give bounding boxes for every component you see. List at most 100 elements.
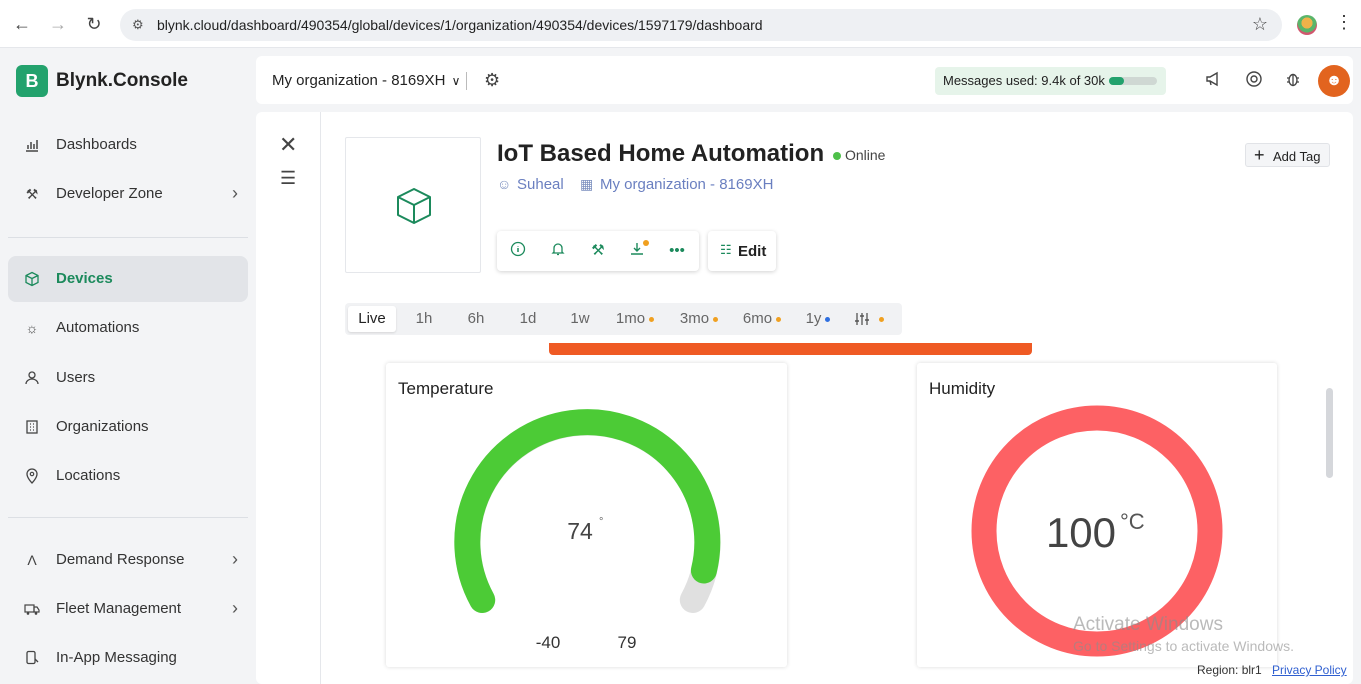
notification-dot	[643, 240, 649, 246]
gear-icon[interactable]: ⚙	[484, 70, 500, 91]
back-icon[interactable]: ←	[10, 12, 34, 36]
site-info-icon[interactable]: ⚙	[132, 17, 148, 33]
sidebar-item-label: In-App Messaging	[56, 649, 177, 666]
more-icon[interactable]: •••	[667, 241, 687, 261]
signal-icon: Λ	[27, 552, 37, 568]
top-header: My organization - 8169XH ∨ ⚙ Messages us…	[256, 56, 1353, 104]
scrollbar[interactable]	[1326, 388, 1333, 478]
edit-label: Edit	[738, 243, 767, 260]
gauge-unit: °	[599, 516, 603, 528]
cube-icon	[397, 188, 431, 224]
premium-dot	[776, 316, 782, 322]
sun-icon: ☼	[25, 320, 39, 336]
range-1mo[interactable]: 1mo	[611, 306, 659, 332]
privacy-policy-link[interactable]: Privacy Policy	[1272, 663, 1347, 677]
gauge-fill	[454, 409, 721, 613]
sidebar-item-label: Users	[56, 369, 96, 386]
range-1w[interactable]: 1w	[557, 306, 603, 332]
range-1y[interactable]: 1y	[801, 306, 835, 332]
device-panel: ✕ ☰ IoT Based Home Automation Online ☺ S…	[256, 112, 1353, 684]
add-tag-button[interactable]: + Add Tag	[1245, 143, 1330, 167]
region-label: Region: blr1	[1197, 663, 1262, 677]
chart-icon	[24, 137, 40, 153]
premium-dot	[713, 316, 719, 322]
megaphone-icon[interactable]	[1204, 70, 1224, 90]
org-selector[interactable]: My organization - 8169XH ∨	[272, 72, 460, 89]
time-range-selector: Live 1h 6h 1d 1w 1mo 3mo 6mo 1y	[345, 303, 902, 335]
building-icon: ▦	[580, 176, 594, 192]
divider	[8, 517, 248, 518]
reload-icon[interactable]: ↻	[82, 12, 106, 36]
info-icon[interactable]	[508, 241, 528, 261]
org-name: My organization - 8169XH	[272, 72, 446, 89]
add-tag-label: Add Tag	[1273, 149, 1321, 164]
building-icon	[24, 419, 40, 435]
help-lifebuoy-icon[interactable]	[1244, 70, 1264, 90]
sidebar-item-in-app-messaging[interactable]: In-App Messaging	[8, 635, 248, 681]
sidebar-item-users[interactable]: Users	[8, 355, 248, 401]
device-owner-link[interactable]: Suheal	[517, 176, 564, 193]
sidebar-item-fleet-management[interactable]: Fleet Management ›	[8, 586, 248, 632]
panel-toolbar: ✕ ☰	[256, 112, 321, 684]
sidebar-item-label: Automations	[56, 319, 140, 336]
plus-icon: +	[1254, 145, 1265, 165]
device-org-link[interactable]: My organization - 8169XH	[600, 176, 773, 193]
message-icon	[24, 650, 40, 666]
sidebar-item-dashboards[interactable]: Dashboards	[8, 122, 248, 168]
device-actions: ⚒ •••	[497, 231, 699, 271]
edit-dashboard-icon: ☷	[720, 242, 732, 257]
sliders-icon	[854, 310, 874, 327]
messages-label: Messages used: 9.4k of 30k	[943, 73, 1105, 88]
chevron-right-icon: ›	[232, 549, 238, 569]
custom-range-button[interactable]	[851, 306, 887, 332]
browser-toolbar: ← → ↻ ⚙ blynk.cloud/dashboard/490354/glo…	[0, 0, 1361, 48]
edit-button[interactable]: ☷ Edit	[708, 231, 776, 271]
gauge-max: 79	[618, 633, 637, 652]
dashboard-banner	[549, 343, 1032, 355]
range-6mo[interactable]: 6mo	[737, 306, 787, 332]
bug-icon[interactable]	[1283, 70, 1303, 90]
sidebar-item-organizations[interactable]: Organizations	[8, 404, 248, 450]
url-text[interactable]: blynk.cloud/dashboard/490354/global/devi…	[157, 17, 763, 33]
range-live[interactable]: Live	[348, 306, 396, 332]
windows-watermark-title: Activate Windows	[1073, 614, 1223, 635]
close-icon[interactable]: ✕	[279, 134, 297, 156]
extension-icon[interactable]	[1297, 15, 1317, 35]
logo-icon[interactable]: B	[16, 65, 48, 97]
sidebar-item-automations[interactable]: ☼ Automations	[8, 305, 248, 351]
sidebar-item-label: Demand Response	[56, 551, 185, 568]
truck-icon	[24, 601, 40, 617]
address-bar[interactable]: ⚙ blynk.cloud/dashboard/490354/global/de…	[120, 9, 1282, 41]
menu-icon[interactable]: ☰	[280, 168, 296, 189]
avatar[interactable]: ☻	[1318, 65, 1350, 97]
sidebar-item-label: Developer Zone	[56, 185, 163, 202]
gauge-unit: °C	[1120, 509, 1145, 534]
messages-progress-fill	[1109, 77, 1124, 85]
gauge-value: 100	[1046, 509, 1116, 556]
browser-menu-icon[interactable]: ⋮	[1335, 12, 1353, 33]
range-3mo[interactable]: 3mo	[674, 306, 724, 332]
sidebar-item-devices[interactable]: Devices	[8, 256, 248, 302]
sidebar-item-label: Dashboards	[56, 136, 137, 153]
user-icon: ☺	[497, 176, 512, 192]
divider	[8, 237, 248, 238]
bell-icon[interactable]	[548, 241, 568, 261]
sidebar: B Blynk.Console Dashboards ⚒ Developer Z…	[0, 48, 256, 684]
sidebar-item-developer-zone[interactable]: ⚒ Developer Zone ›	[8, 171, 248, 217]
range-1h[interactable]: 1h	[401, 306, 447, 332]
cube-icon	[24, 271, 40, 287]
pin-icon	[24, 468, 40, 484]
range-6h[interactable]: 6h	[453, 306, 499, 332]
premium-dot	[825, 316, 831, 322]
sidebar-item-locations[interactable]: Locations	[8, 453, 248, 499]
forward-icon[interactable]: →	[46, 12, 70, 36]
sidebar-item-demand-response[interactable]: Λ Demand Response ›	[8, 537, 248, 583]
bookmark-star-icon[interactable]: ☆	[1252, 14, 1268, 35]
tools-icon: ⚒	[25, 186, 39, 202]
messages-usage[interactable]: Messages used: 9.4k of 30k	[935, 67, 1166, 95]
temperature-gauge: 74 ° -40 79	[454, 409, 721, 652]
logo-text[interactable]: Blynk.Console	[56, 70, 188, 92]
range-1d[interactable]: 1d	[505, 306, 551, 332]
temperature-widget[interactable]: Temperature 74 ° -40 79	[386, 363, 787, 667]
tools-icon[interactable]: ⚒	[588, 241, 608, 261]
